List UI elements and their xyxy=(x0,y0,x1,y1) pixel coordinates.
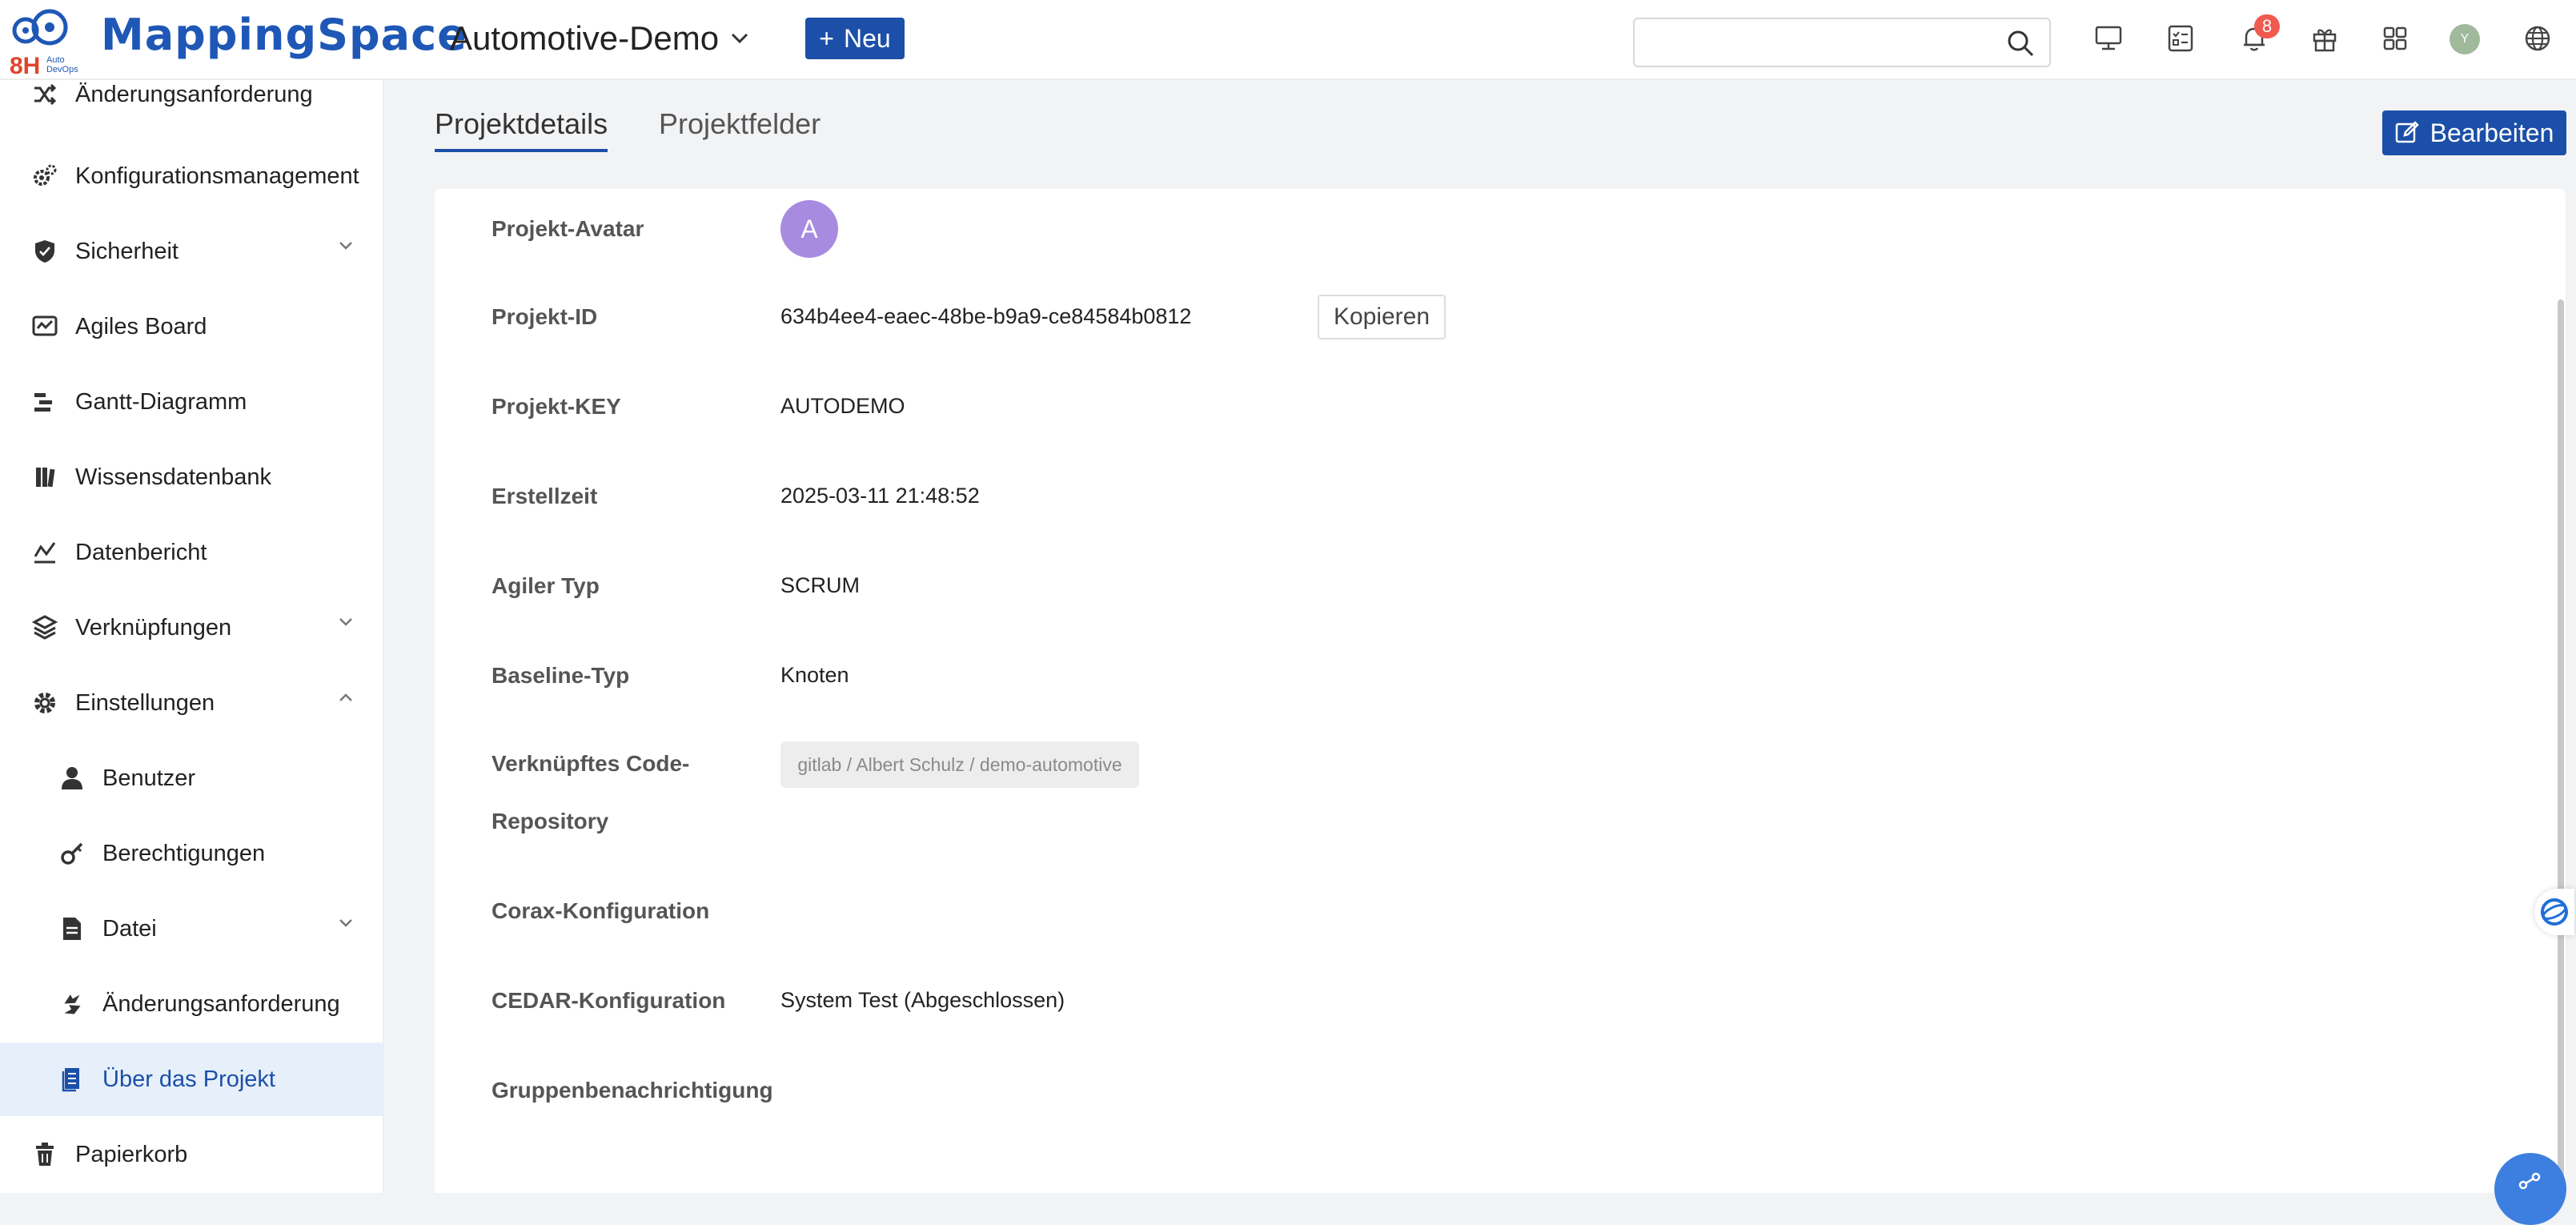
apps-grid-icon[interactable] xyxy=(2377,21,2413,56)
share-fab-button[interactable] xyxy=(2494,1153,2566,1225)
sidebar-item-einstellungen[interactable]: Einstellungen xyxy=(0,666,384,740)
brand-name: MappingSpace xyxy=(101,10,467,60)
shuffle-icon xyxy=(30,80,59,109)
search-icon[interactable] xyxy=(2006,29,2035,58)
field-label-project-id: Projekt-ID xyxy=(492,304,598,329)
new-button[interactable]: + Neu xyxy=(805,18,905,59)
edit-icon xyxy=(2395,121,2419,143)
sidebar-item-sicherheit[interactable]: Sicherheit xyxy=(0,215,384,288)
sidebar-item-wissensdatenbank[interactable]: Wissensdatenbank xyxy=(0,440,384,514)
project-key-value: AUTODEMO xyxy=(780,394,905,418)
scrollbar-thumb[interactable] xyxy=(2558,299,2564,1193)
sidebar-item-datenbericht[interactable]: Datenbericht xyxy=(0,516,384,589)
chevron-down-icon xyxy=(732,33,748,44)
sidebar-item-aenderungsanforderung[interactable]: Änderungsanforderung xyxy=(0,58,384,131)
gantt-icon xyxy=(30,388,59,416)
project-avatar: A xyxy=(780,200,838,258)
chart-line-icon xyxy=(30,538,59,567)
share-icon xyxy=(2518,1172,2541,1190)
gear-cluster-icon xyxy=(30,162,59,191)
project-name: Automotive-Demo xyxy=(450,19,720,57)
sidebar-item-label: Berechtigungen xyxy=(102,840,266,866)
sidebar-item-label: Änderungsanforderung xyxy=(102,990,340,1017)
sidebar-item-papierkorb[interactable]: Papierkorb xyxy=(0,1118,384,1191)
user-icon xyxy=(58,764,86,793)
assistant-float-button[interactable] xyxy=(2534,889,2574,935)
settings-icon xyxy=(30,689,59,717)
user-avatar[interactable]: Y xyxy=(2450,24,2480,54)
repository-chip[interactable]: gitlab / Albert Schulz / demo-automotive xyxy=(780,741,1139,788)
baseline-type-value: Knoten xyxy=(780,663,849,687)
key-icon xyxy=(58,839,86,868)
document-icon xyxy=(58,1065,86,1094)
field-label-repo-line2: Repository xyxy=(492,809,609,833)
project-id-value: 634b4ee4-eaec-48be-b9a9-ce84584b0812 xyxy=(780,304,1192,328)
field-label-corax: Corax-Konfiguration xyxy=(492,898,710,923)
shield-icon xyxy=(30,237,59,266)
monitor-icon[interactable] xyxy=(2091,21,2126,56)
file-icon xyxy=(58,914,86,943)
sidebar-item-gantt-diagramm[interactable]: Gantt-Diagramm xyxy=(0,365,384,439)
field-label-baseline-type: Baseline-Typ xyxy=(492,663,630,688)
sidebar-item-label: Datenbericht xyxy=(75,539,207,565)
board-icon xyxy=(30,312,59,341)
field-label-agile-type: Agiler Typ xyxy=(492,573,600,598)
sidebar-item-ueber-das-projekt[interactable]: Über das Projekt xyxy=(0,1042,384,1116)
sidebar-item-label: Datei xyxy=(102,915,157,942)
sidebar-item-verknuepfungen[interactable]: Verknüpfungen xyxy=(0,591,384,665)
assistant-icon xyxy=(2541,898,2568,926)
edit-button[interactable]: Bearbeiten xyxy=(2382,110,2566,155)
field-label-project-key: Projekt-KEY xyxy=(492,394,621,419)
sidebar-item-label: Gantt-Diagramm xyxy=(75,388,247,415)
field-label-group-notification: Gruppenbenachrichtigung xyxy=(492,1078,773,1102)
sidebar-item-label: Einstellungen xyxy=(75,689,215,716)
field-label-avatar: Projekt-Avatar xyxy=(492,216,644,241)
notification-badge: 8 xyxy=(2254,14,2280,38)
sidebar-item-label: Änderungsanforderung xyxy=(75,81,313,107)
sidebar-item-benutzer[interactable]: Benutzer xyxy=(0,741,384,815)
sidebar-item-datei[interactable]: Datei xyxy=(0,892,384,966)
tab-projektdetails[interactable]: Projektdetails xyxy=(435,107,608,152)
field-label-cedar: CEDAR-Konfiguration xyxy=(492,988,726,1013)
sidebar-item-label: Agiles Board xyxy=(75,313,207,339)
agile-type-value: SCRUM xyxy=(780,573,860,597)
top-bar: 8H Auto DevOps MappingSpace Automotive-D… xyxy=(0,0,2576,80)
sidebar-item-label: Papierkorb xyxy=(75,1141,188,1167)
cedar-value: System Test (Abgeschlossen) xyxy=(780,988,1065,1012)
project-details-panel xyxy=(435,189,2566,1193)
sidebar: Änderungsanforderung Konfigurationsmanag… xyxy=(0,80,384,1193)
sidebar-item-berechtigungen[interactable]: Berechtigungen xyxy=(0,817,384,890)
swap-icon xyxy=(58,990,86,1018)
sidebar-item-agiles-board[interactable]: Agiles Board xyxy=(0,290,384,363)
chevron-up-icon xyxy=(339,693,352,701)
search-input[interactable] xyxy=(1647,19,1995,66)
project-selector[interactable]: Automotive-Demo xyxy=(450,14,749,62)
sidebar-item-konfigurationsmanagement[interactable]: Konfigurationsmanagement xyxy=(0,139,384,213)
book-icon xyxy=(30,463,59,492)
chevron-down-icon xyxy=(339,919,352,927)
sidebar-item-label: Konfigurationsmanagement xyxy=(75,163,359,189)
link-stack-icon xyxy=(30,613,59,642)
gift-icon[interactable] xyxy=(2307,21,2342,56)
sidebar-item-aenderungsanforderung-sub[interactable]: Änderungsanforderung xyxy=(0,967,384,1041)
copy-button[interactable]: Kopieren xyxy=(1318,295,1446,339)
edit-button-label: Bearbeiten xyxy=(2430,118,2554,147)
sidebar-item-label: Benutzer xyxy=(102,765,196,791)
sidebar-item-label: Sicherheit xyxy=(75,238,179,264)
chevron-down-icon xyxy=(339,618,352,626)
plus-icon: + xyxy=(819,23,834,53)
sidebar-item-label: Wissensdatenbank xyxy=(75,464,272,490)
globe-icon[interactable] xyxy=(2520,21,2555,56)
checklist-icon[interactable] xyxy=(2163,21,2198,56)
chevron-down-icon xyxy=(339,242,352,250)
trash-icon xyxy=(30,1140,59,1169)
field-label-created: Erstellzeit xyxy=(492,484,598,508)
field-label-repo-line1: Verknüpftes Code- xyxy=(492,751,690,776)
created-time-value: 2025-03-11 21:48:52 xyxy=(780,484,980,508)
new-button-label: Neu xyxy=(843,23,891,53)
tab-projektfelder[interactable]: Projektfelder xyxy=(659,107,821,149)
sidebar-item-label: Über das Projekt xyxy=(102,1066,275,1092)
search-box[interactable] xyxy=(1633,18,2051,67)
sidebar-item-label: Verknüpfungen xyxy=(75,614,232,641)
